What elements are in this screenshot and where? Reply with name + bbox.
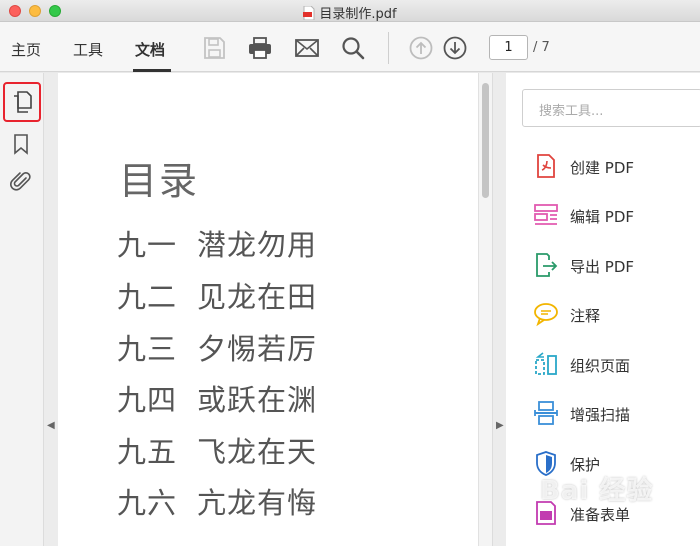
vertical-scrollbar[interactable] xyxy=(478,73,492,546)
tool-edit-pdf[interactable]: 编辑 PDF xyxy=(534,202,694,232)
toc-line: 九一 潜龙勿用 xyxy=(117,222,317,264)
highlight-box xyxy=(3,82,41,122)
toc-line: 九五 飞龙在天 xyxy=(117,429,317,471)
attachment-icon[interactable] xyxy=(9,170,33,194)
scrollbar-thumb[interactable] xyxy=(482,83,489,198)
tool-label: 创建 PDF xyxy=(570,159,634,177)
right-panel-toggle[interactable]: ▶ xyxy=(492,73,506,546)
active-tab-indicator xyxy=(133,69,171,72)
tab-document[interactable]: 文档 xyxy=(135,39,165,60)
email-icon[interactable] xyxy=(294,35,320,61)
window-title: 目录制作.pdf xyxy=(319,7,397,22)
organize-pages-icon xyxy=(535,352,557,375)
page-total: / 7 xyxy=(533,40,550,55)
export-pdf-icon xyxy=(536,253,558,277)
tab-home[interactable]: 主页 xyxy=(11,39,41,60)
bookmark-icon[interactable] xyxy=(9,132,33,156)
toolbar: 主页 工具 文档 1 / 7 xyxy=(0,22,700,72)
print-icon[interactable] xyxy=(247,35,273,61)
toc-line-text: 潜龙勿用 xyxy=(197,228,318,262)
tool-export-pdf[interactable]: 导出 PDF xyxy=(534,252,694,282)
toc-line: 九六 亢龙有悔 xyxy=(117,480,317,522)
toolbar-separator xyxy=(388,32,389,64)
tool-create-pdf[interactable]: 创建 PDF xyxy=(534,153,694,183)
document-title: 目录 xyxy=(119,159,200,203)
window-title-wrap: 目录制作.pdf xyxy=(0,3,700,24)
page-number-input[interactable]: 1 xyxy=(489,35,528,60)
toc-line-number: 九一 xyxy=(117,228,178,262)
chevron-right-icon: ▶ xyxy=(496,420,504,431)
left-panel-toggle[interactable]: ◀ xyxy=(44,73,58,546)
enhance-scan-icon xyxy=(534,401,558,425)
watermark: Bai 经验 xyxy=(540,476,654,506)
next-page-icon[interactable] xyxy=(442,35,468,61)
toc-line-text: 或跃在渊 xyxy=(197,383,318,417)
tool-label: 导出 PDF xyxy=(570,258,634,276)
tool-enhance-scan[interactable]: 增强扫描 xyxy=(534,400,694,430)
toc-line-number: 九六 xyxy=(117,486,178,520)
tab-tools[interactable]: 工具 xyxy=(73,39,103,60)
toc-line: 九四 或跃在渊 xyxy=(117,377,317,419)
title-bar: 目录制作.pdf xyxy=(0,0,700,22)
search-icon[interactable] xyxy=(340,35,366,61)
toc-line-text: 亢龙有悔 xyxy=(197,486,318,520)
tool-label: 编辑 PDF xyxy=(570,208,634,226)
toc-line-number: 九三 xyxy=(117,332,178,366)
comment-icon xyxy=(534,303,558,327)
tool-label: 准备表单 xyxy=(570,506,631,524)
tool-label: 组织页面 xyxy=(570,357,631,375)
toc-line-text: 飞龙在天 xyxy=(197,435,318,469)
toc-line-text: 夕惕若厉 xyxy=(197,332,318,366)
chevron-left-icon: ◀ xyxy=(47,420,55,431)
toc-line-text: 见龙在田 xyxy=(197,280,318,314)
edit-pdf-icon xyxy=(534,204,558,225)
toc-line-number: 九二 xyxy=(117,280,178,314)
save-icon[interactable] xyxy=(201,35,227,61)
create-pdf-icon xyxy=(537,154,555,178)
toc-line-number: 九四 xyxy=(117,383,178,417)
search-tools-input[interactable]: 搜索工具... xyxy=(522,89,700,127)
toc-line: 九二 见龙在田 xyxy=(117,274,317,316)
tool-label: 注释 xyxy=(570,307,601,325)
tool-comment[interactable]: 注释 xyxy=(534,301,694,331)
toc-line: 九三 夕惕若厉 xyxy=(117,326,317,368)
previous-page-icon[interactable] xyxy=(408,35,434,61)
tool-label: 增强扫描 xyxy=(570,406,631,424)
tool-organize-pages[interactable]: 组织页面 xyxy=(534,351,694,381)
toc-line-number: 九五 xyxy=(117,435,178,469)
